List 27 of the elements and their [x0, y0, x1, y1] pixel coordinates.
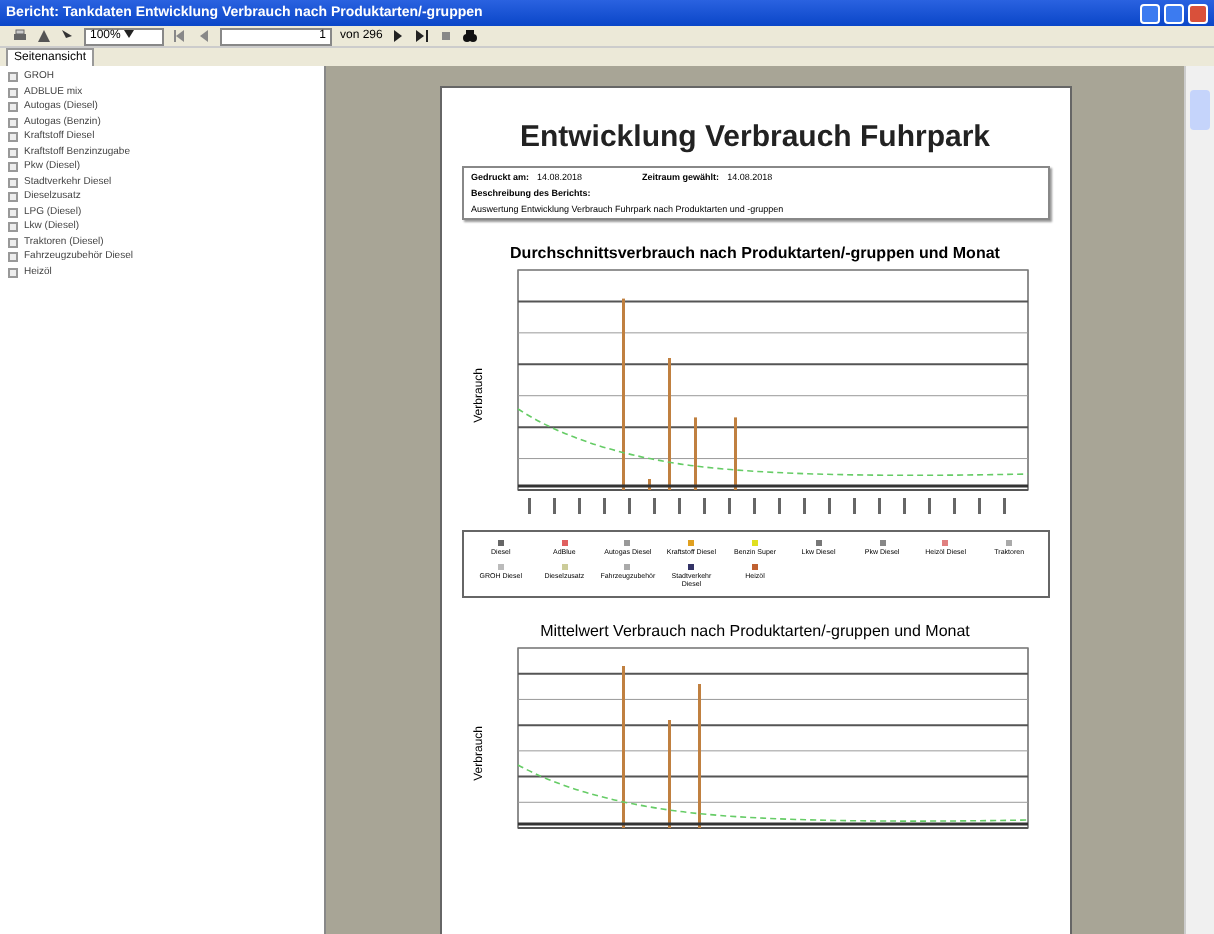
expand-icon[interactable] [8, 177, 18, 188]
stop-icon[interactable] [438, 28, 455, 44]
print-icon[interactable] [12, 28, 28, 44]
expand-icon[interactable] [8, 87, 18, 98]
expand-icon[interactable] [8, 132, 18, 143]
chart-title: Durchschnittsverbrauch nach Produktarten/-gruppen und Monat [508, 244, 1002, 262]
expand-icon[interactable] [8, 117, 18, 128]
last-page-icon[interactable] [414, 28, 431, 44]
first-page-icon[interactable] [172, 28, 188, 44]
scroll-thumb[interactable] [1190, 90, 1210, 130]
expand-icon[interactable] [8, 72, 18, 83]
expand-icon[interactable] [8, 162, 18, 173]
expand-icon[interactable] [8, 252, 18, 263]
expand-icon[interactable] [8, 147, 18, 158]
binoculars-icon[interactable] [462, 28, 479, 44]
scrollbar[interactable] [1184, 66, 1214, 934]
maximize-button[interactable] [1164, 3, 1184, 23]
expand-icon[interactable] [8, 237, 18, 248]
expand-icon[interactable] [8, 192, 18, 203]
expand-icon[interactable] [8, 207, 18, 218]
minimize-button[interactable] [1140, 3, 1160, 23]
close-button[interactable] [1188, 3, 1208, 23]
chart-title: Mittelwert Verbrauch nach Produktarten/-gruppen und Monat [538, 622, 972, 640]
expand-icon[interactable] [8, 102, 18, 113]
expand-icon[interactable] [8, 267, 18, 278]
expand-icon[interactable] [8, 222, 18, 233]
report-title: Entwicklung Verbrauch Fuhrpark [517, 120, 993, 154]
